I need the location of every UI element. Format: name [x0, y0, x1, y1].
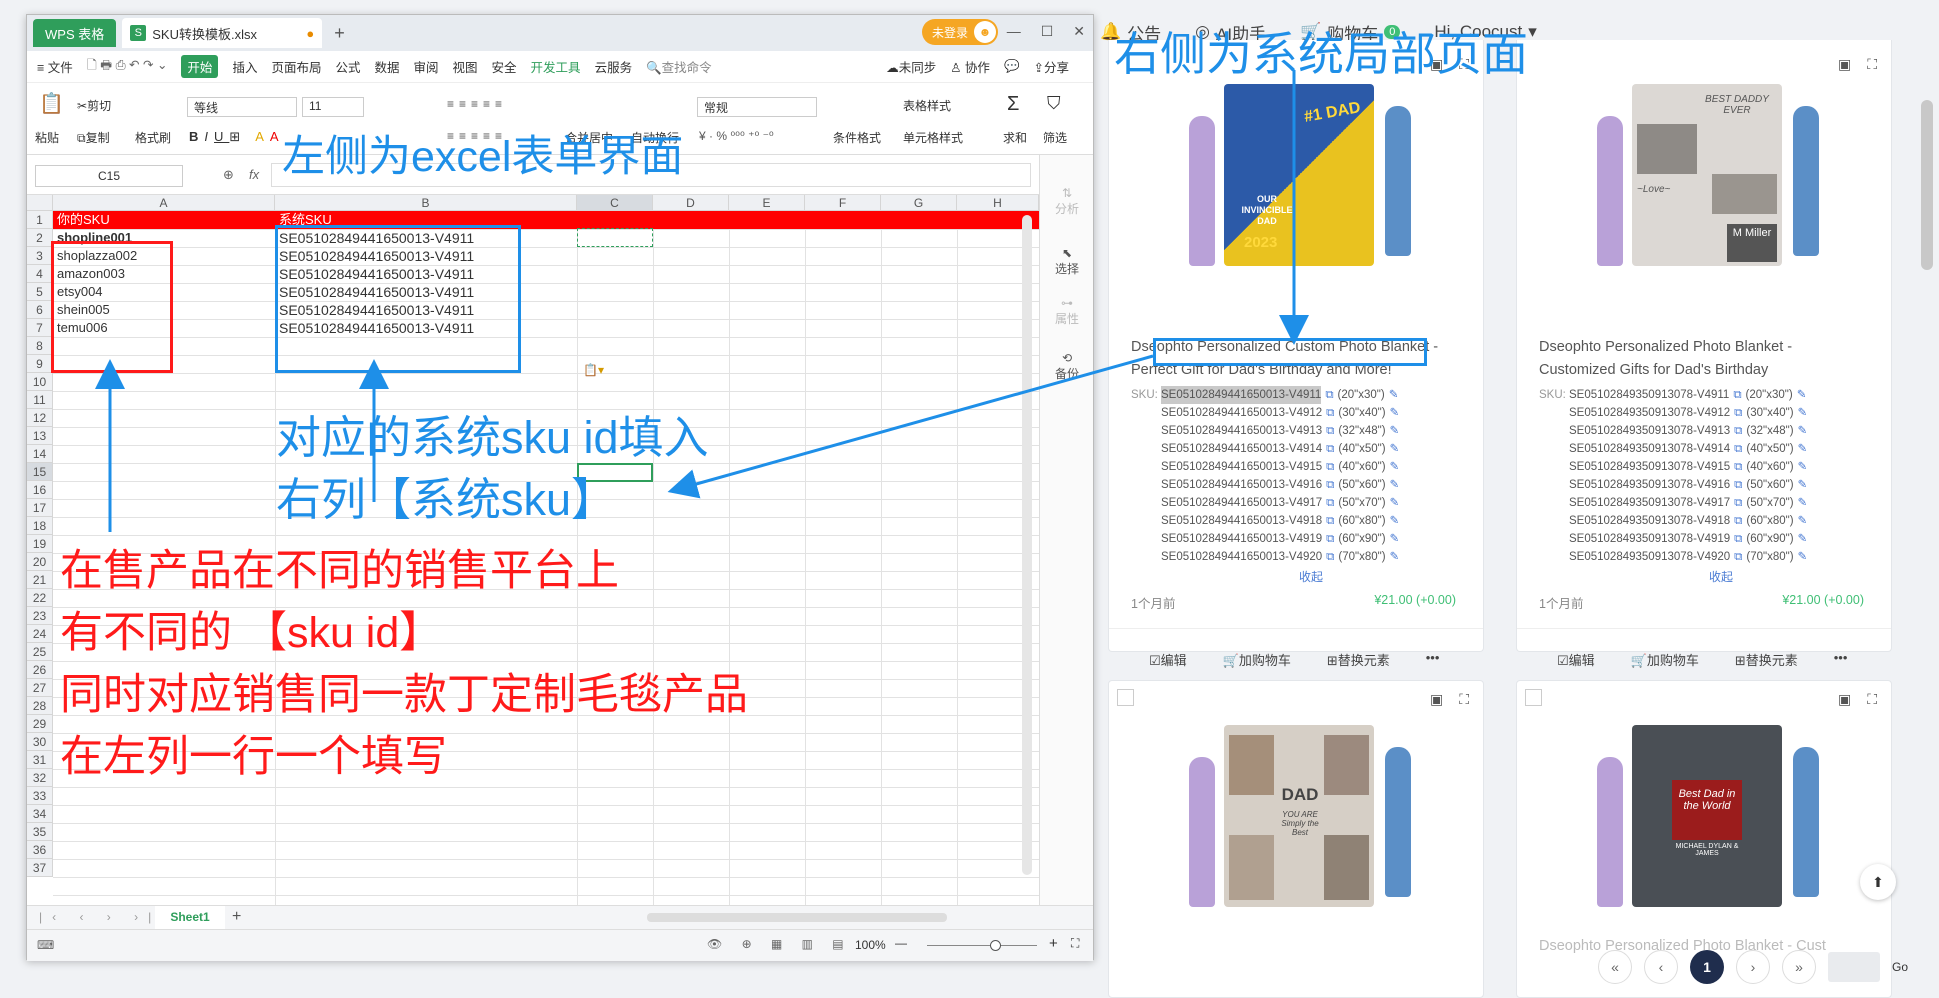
arrow-sku-to-excel — [667, 354, 1154, 499]
annotation-arrows — [95, 70, 1309, 532]
